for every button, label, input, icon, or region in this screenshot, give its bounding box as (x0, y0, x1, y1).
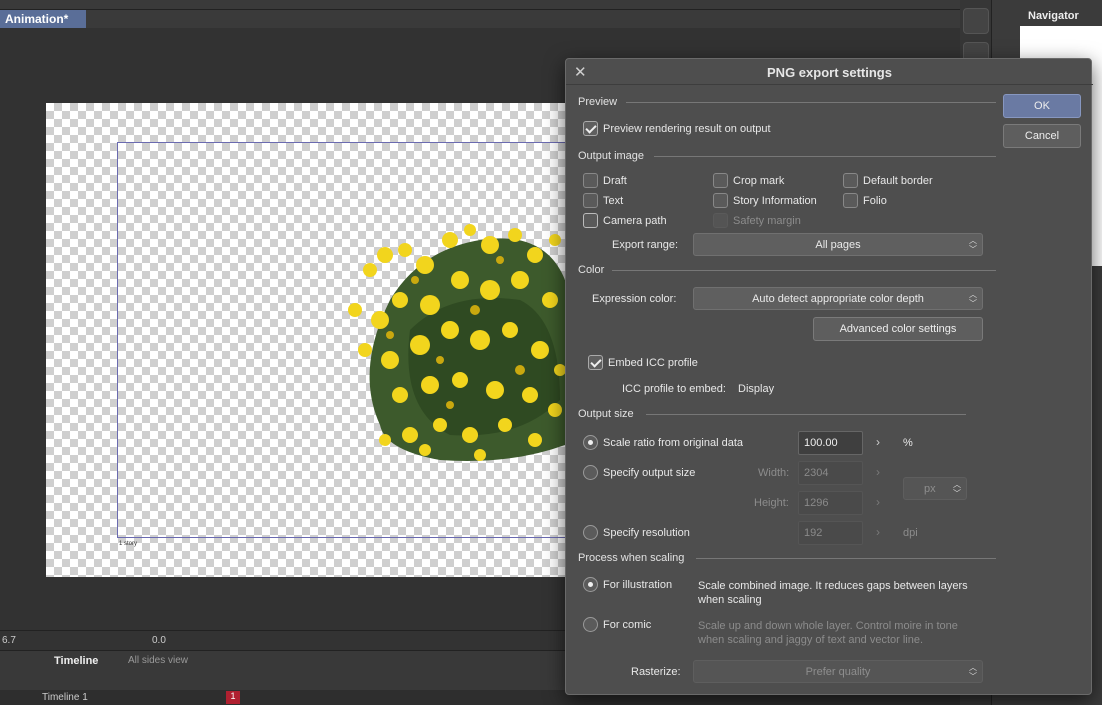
zoom-value[interactable]: 6.7 (2, 635, 16, 646)
rasterize-label: Rasterize: (631, 666, 681, 678)
select-arrows-icon: ︿ ﹀ (969, 290, 977, 308)
height-label: Height: (754, 497, 789, 509)
camera-path-label: Camera path (603, 215, 667, 227)
current-frame-marker[interactable]: 1 (226, 691, 240, 704)
icc-profile-value: Display (738, 383, 775, 395)
height-input[interactable]: 1296 (798, 491, 863, 515)
embed-icc-checkbox[interactable] (588, 355, 603, 370)
draft-checkbox[interactable] (583, 173, 598, 188)
for-illustration-radio[interactable] (583, 577, 598, 592)
chevron-right-icon[interactable]: › (876, 465, 880, 479)
select-arrows-icon: ︿ ﹀ (953, 480, 961, 498)
rasterize-select[interactable]: Prefer quality ︿ ﹀ (693, 660, 983, 683)
preview-rendering-label: Preview rendering result on output (603, 123, 771, 135)
preview-section-title: Preview (578, 96, 618, 108)
navigator-panel-title: Navigator (1020, 8, 1102, 26)
for-comic-radio[interactable] (583, 617, 598, 632)
expression-color-label: Expression color: (592, 293, 677, 305)
specify-output-size-radio[interactable] (583, 465, 598, 480)
folio-label: Folio (863, 195, 887, 207)
for-comic-description: Scale up and down whole layer. Control m… (698, 620, 958, 646)
rotation-value[interactable]: 0.0 (152, 635, 166, 646)
export-range-select[interactable]: All pages ︿ ﹀ (693, 233, 983, 256)
chevron-right-icon[interactable]: › (876, 525, 880, 539)
expression-color-value: Auto detect appropriate color depth (752, 293, 924, 305)
scale-ratio-label: Scale ratio from original data (603, 437, 744, 449)
scale-ratio-unit: % (903, 437, 913, 449)
folio-checkbox[interactable] (843, 193, 858, 208)
scale-ratio-radio[interactable] (583, 435, 598, 450)
divider (626, 102, 996, 103)
document-tab[interactable]: Animation* (0, 10, 86, 28)
navigator-toggle-icon[interactable] (963, 8, 989, 34)
select-arrows-icon: ︿ ﹀ (969, 663, 977, 681)
size-unit-select[interactable]: px ︿ ﹀ (903, 477, 967, 500)
close-icon[interactable]: ✕ (574, 63, 587, 81)
select-arrows-icon: ︿ ﹀ (969, 236, 977, 254)
divider (654, 156, 996, 157)
export-range-label: Export range: (612, 239, 679, 251)
crop-mark-checkbox[interactable] (713, 173, 728, 188)
divider (612, 270, 996, 271)
png-export-dialog: PNG export settings ✕ OK Cancel Preview … (565, 58, 1093, 695)
timeline-tab[interactable]: Timeline (54, 655, 98, 667)
preview-rendering-checkbox[interactable] (583, 121, 598, 136)
for-comic-label: For comic (603, 619, 652, 631)
text-checkbox[interactable] (583, 193, 598, 208)
dialog-title: PNG export settings (566, 59, 1093, 85)
flower-artwork (348, 224, 566, 461)
size-unit-value: px (924, 483, 936, 495)
cancel-button[interactable]: Cancel (1003, 124, 1081, 148)
all-sides-view-tab[interactable]: All sides view (128, 655, 188, 666)
frame-label: 1 story (119, 541, 138, 547)
default-border-checkbox[interactable] (843, 173, 858, 188)
story-information-label: Story Information (733, 195, 817, 207)
timeline-row-label[interactable]: Timeline 1 (42, 692, 88, 703)
color-section-title: Color (578, 264, 605, 276)
resolution-input[interactable]: 192 (798, 521, 863, 545)
chevron-right-icon[interactable]: › (876, 495, 880, 509)
safety-margin-label: Safety margin (733, 215, 801, 227)
safety-margin-checkbox[interactable] (713, 213, 728, 228)
crop-mark-label: Crop mark (733, 175, 785, 187)
export-range-value: All pages (815, 239, 861, 251)
chevron-right-icon[interactable]: › (876, 435, 880, 449)
story-information-checkbox[interactable] (713, 193, 728, 208)
draft-label: Draft (603, 175, 627, 187)
divider (696, 558, 996, 559)
main-toolbar (0, 0, 1020, 10)
output-size-section-title: Output size (578, 408, 634, 420)
specify-resolution-label: Specify resolution (603, 527, 690, 539)
resolution-unit: dpi (903, 527, 918, 539)
rasterize-value: Prefer quality (805, 666, 871, 678)
icc-profile-label: ICC profile to embed: (622, 383, 726, 395)
scaling-section-title: Process when scaling (578, 552, 685, 564)
expression-color-select[interactable]: Auto detect appropriate color depth ︿ ﹀ (693, 287, 983, 310)
scale-ratio-input[interactable]: 100.00 (798, 431, 863, 455)
width-label: Width: (758, 467, 790, 479)
for-illustration-label: For illustration (603, 579, 673, 591)
camera-path-checkbox[interactable] (583, 213, 598, 228)
document-tab-bar (0, 10, 960, 28)
specify-resolution-radio[interactable] (583, 525, 598, 540)
divider (646, 414, 966, 415)
width-input[interactable]: 2304 (798, 461, 863, 485)
default-border-label: Default border (863, 175, 933, 187)
advanced-color-settings-button[interactable]: Advanced color settings (813, 317, 983, 341)
for-illustration-description: Scale combined image. It reduces gaps be… (698, 580, 968, 606)
specify-output-size-label: Specify output size (603, 467, 696, 479)
ok-button[interactable]: OK (1003, 94, 1081, 118)
embed-icc-label: Embed ICC profile (608, 357, 698, 369)
text-label: Text (603, 195, 624, 207)
output-image-section-title: Output image (578, 150, 645, 162)
